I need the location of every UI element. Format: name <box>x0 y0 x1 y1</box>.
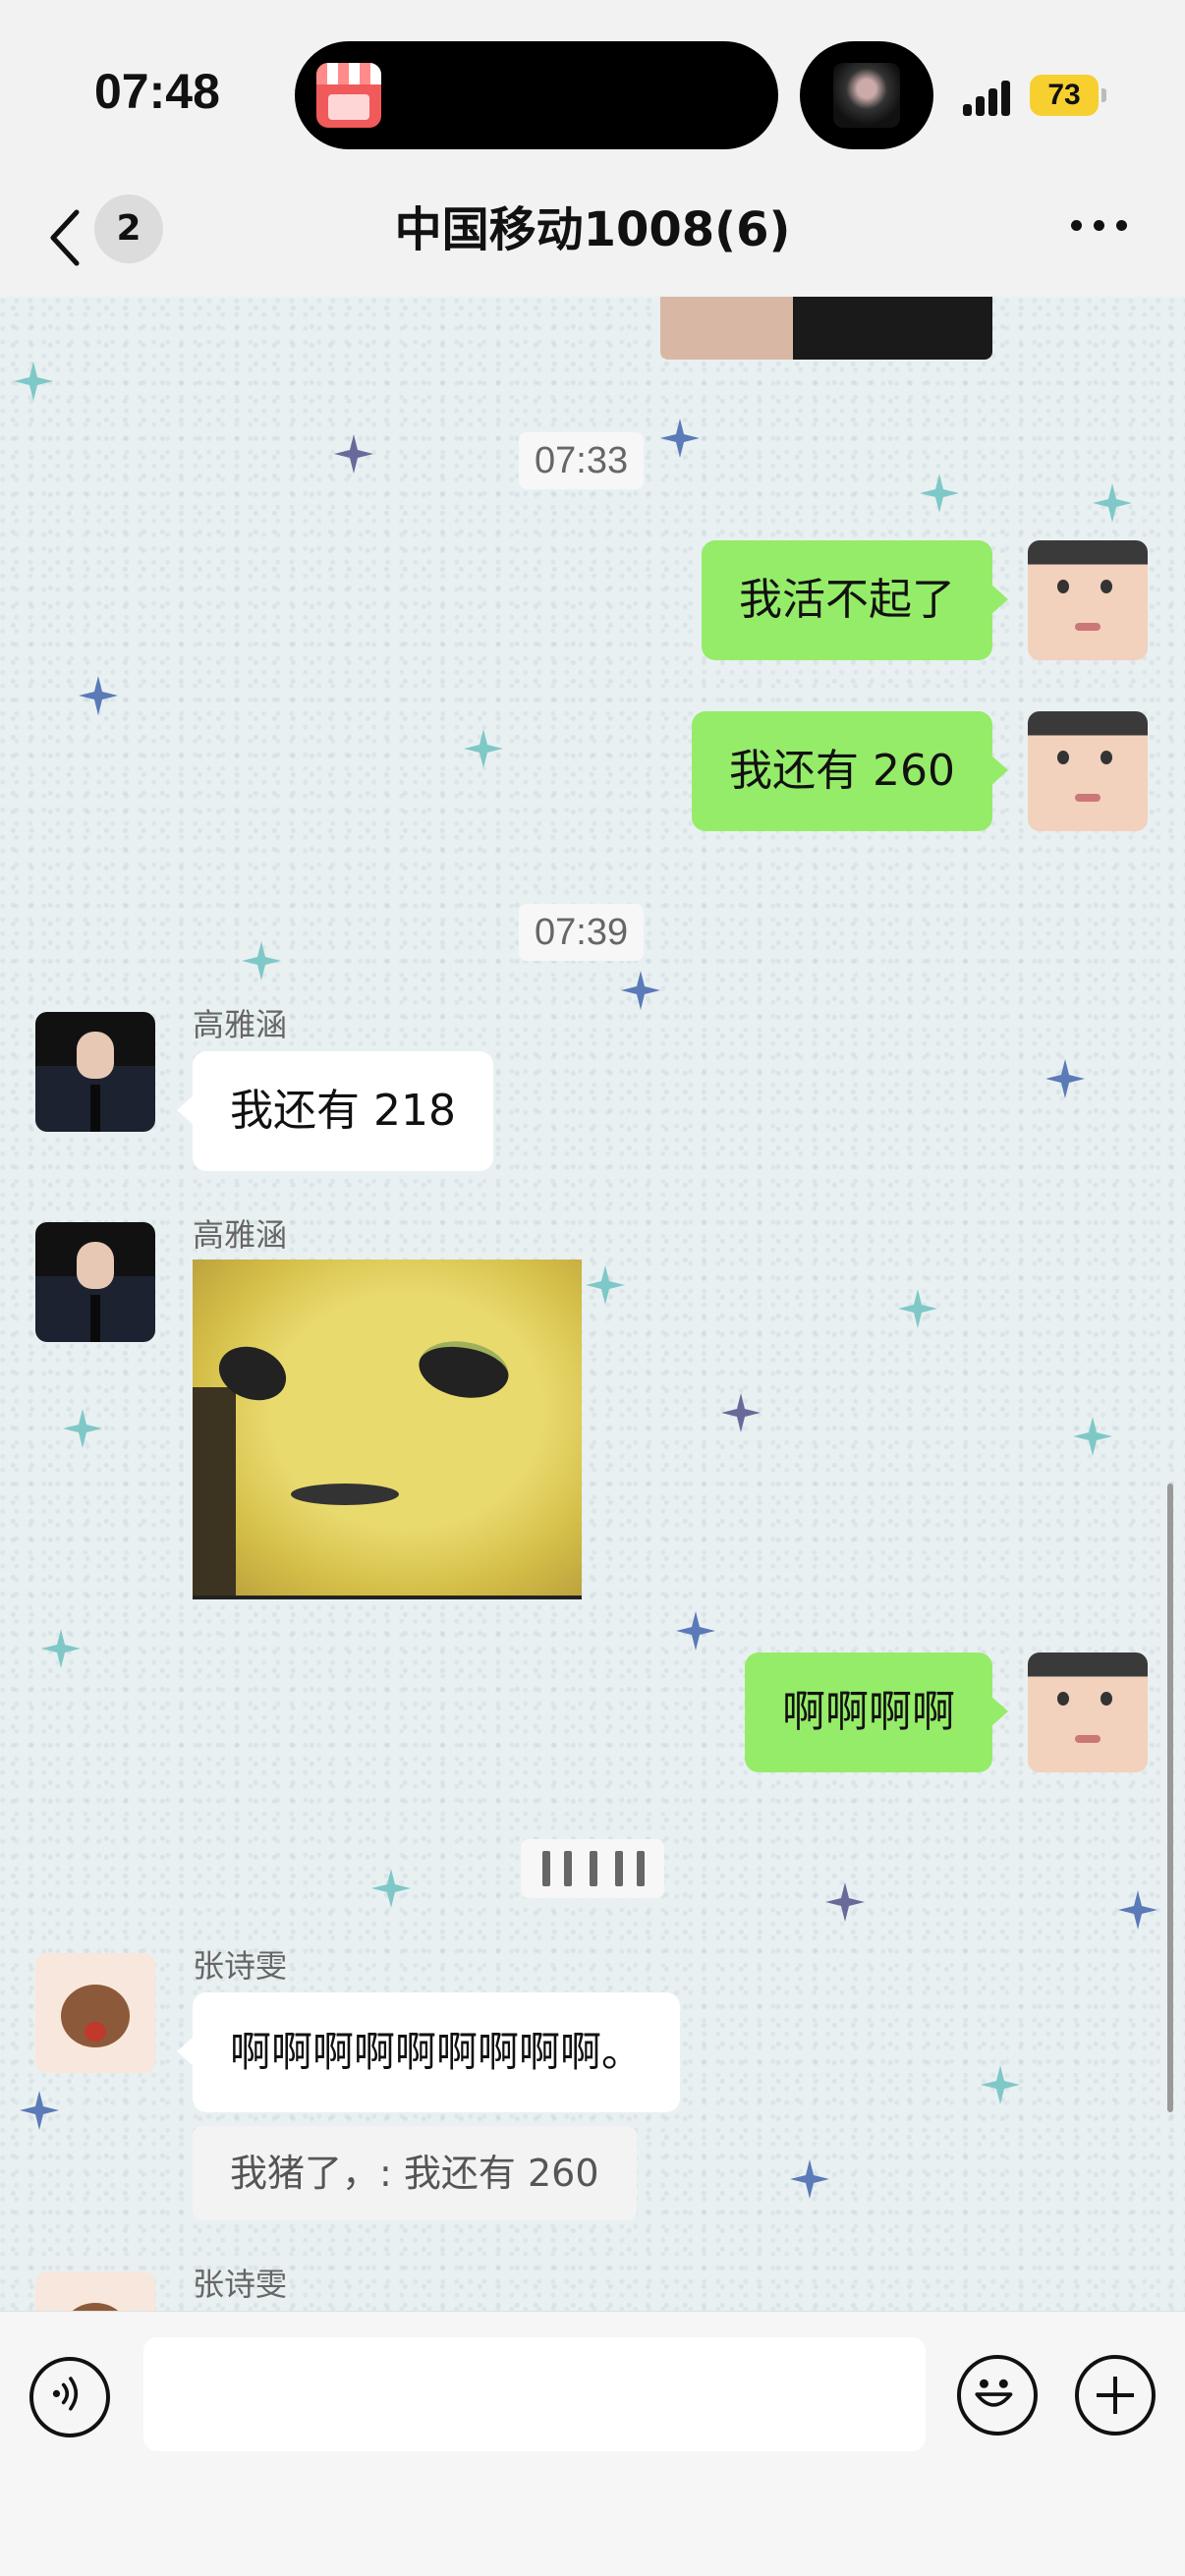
sender-name: 高雅涵 <box>193 1216 288 1254</box>
sparkle-icon <box>1093 483 1132 523</box>
sparkle-icon <box>79 676 118 715</box>
timestamp: 07:39 <box>519 904 645 961</box>
quoted-message[interactable]: 我猪了，: 我还有 260 <box>193 2126 637 2220</box>
dynamic-island-media[interactable] <box>800 41 933 149</box>
sparkle-icon <box>920 474 959 513</box>
voice-icon <box>52 2377 79 2411</box>
image-message[interactable] <box>660 297 992 360</box>
battery-indicator: 73 <box>1030 75 1106 116</box>
sparkle-icon <box>371 1869 411 1908</box>
sparkle-icon <box>721 1393 761 1432</box>
cellular-signal-icon <box>963 77 1014 116</box>
sender-name: 张诗雯 <box>193 1947 288 1985</box>
back-button[interactable] <box>45 206 85 269</box>
sparkle-icon <box>242 941 281 980</box>
status-time: 07:48 <box>94 64 220 119</box>
my-avatar[interactable] <box>1028 540 1148 660</box>
my-avatar[interactable] <box>1028 1652 1148 1772</box>
sparkle-icon <box>41 1629 81 1668</box>
emoji-icon <box>975 2379 1013 2407</box>
sparkle-icon <box>660 419 700 458</box>
sparkle-icon <box>63 1409 102 1448</box>
dynamic-island[interactable] <box>295 41 778 149</box>
sparkle-icon <box>20 2091 59 2130</box>
back-chevron-icon <box>50 209 80 266</box>
sparkle-icon <box>464 729 503 768</box>
contact-avatar[interactable] <box>35 1222 155 1342</box>
sparkle-icon <box>790 2159 829 2199</box>
chat-header: 2 中国移动1008(6) <box>0 187 1185 297</box>
timestamp: 07:33 <box>519 432 645 489</box>
message-input[interactable] <box>143 2337 926 2451</box>
sparkle-icon <box>621 971 660 1010</box>
sparkle-icon <box>334 434 373 474</box>
sender-name: 高雅涵 <box>193 1006 288 1043</box>
store-icon <box>316 63 381 128</box>
sparkle-icon <box>981 2065 1020 2104</box>
sparkle-icon <box>676 1611 715 1651</box>
my-avatar[interactable] <box>1028 711 1148 831</box>
sticker-mouth <box>291 1484 399 1505</box>
sparkle-icon <box>1118 1890 1157 1930</box>
plus-icon[interactable] <box>1075 2355 1156 2436</box>
album-art-icon <box>833 63 900 128</box>
contact-avatar[interactable] <box>35 1012 155 1132</box>
voice-button[interactable] <box>29 2357 110 2437</box>
input-bar <box>0 2311 1185 2576</box>
sparkle-icon <box>1073 1417 1112 1456</box>
sticker-eye <box>414 1334 514 1405</box>
contact-message-bubble[interactable]: 啊啊啊啊啊啊啊啊啊。 <box>176 1992 681 2112</box>
sender-name: 张诗雯 <box>193 2266 288 2303</box>
sticker-shadow <box>193 1387 236 1596</box>
contact-message-bubble[interactable]: 我还有 218 <box>177 1051 493 1171</box>
unread-count-badge[interactable]: 2 <box>94 195 163 263</box>
chat-title: 中国移动1008(6) <box>394 202 791 257</box>
system-tip <box>521 1839 664 1898</box>
scrollbar[interactable] <box>1167 1484 1173 2112</box>
my-message-bubble[interactable]: 我还有 260 <box>692 711 1008 831</box>
sparkle-icon <box>586 1265 625 1305</box>
sparkle-icon <box>1045 1059 1085 1098</box>
contact-avatar[interactable] <box>35 1953 155 2073</box>
status-bar: 07:48 73 <box>0 0 1185 187</box>
sparkle-icon <box>898 1289 937 1328</box>
contact-avatar[interactable] <box>35 2271 155 2311</box>
my-message-bubble[interactable]: 啊啊啊啊 <box>745 1652 1008 1772</box>
message-list[interactable]: 07:33 我活不起了 我还有 260 07:39 高雅涵 我还有 218 高雅… <box>0 297 1185 2311</box>
my-message-bubble[interactable]: 我活不起了 <box>702 540 1008 660</box>
sticker-message[interactable] <box>193 1260 582 1599</box>
sparkle-icon <box>14 362 53 401</box>
emoji-button[interactable] <box>957 2355 1038 2436</box>
sparkle-icon <box>825 1882 865 1922</box>
more-icon[interactable] <box>1071 216 1130 236</box>
